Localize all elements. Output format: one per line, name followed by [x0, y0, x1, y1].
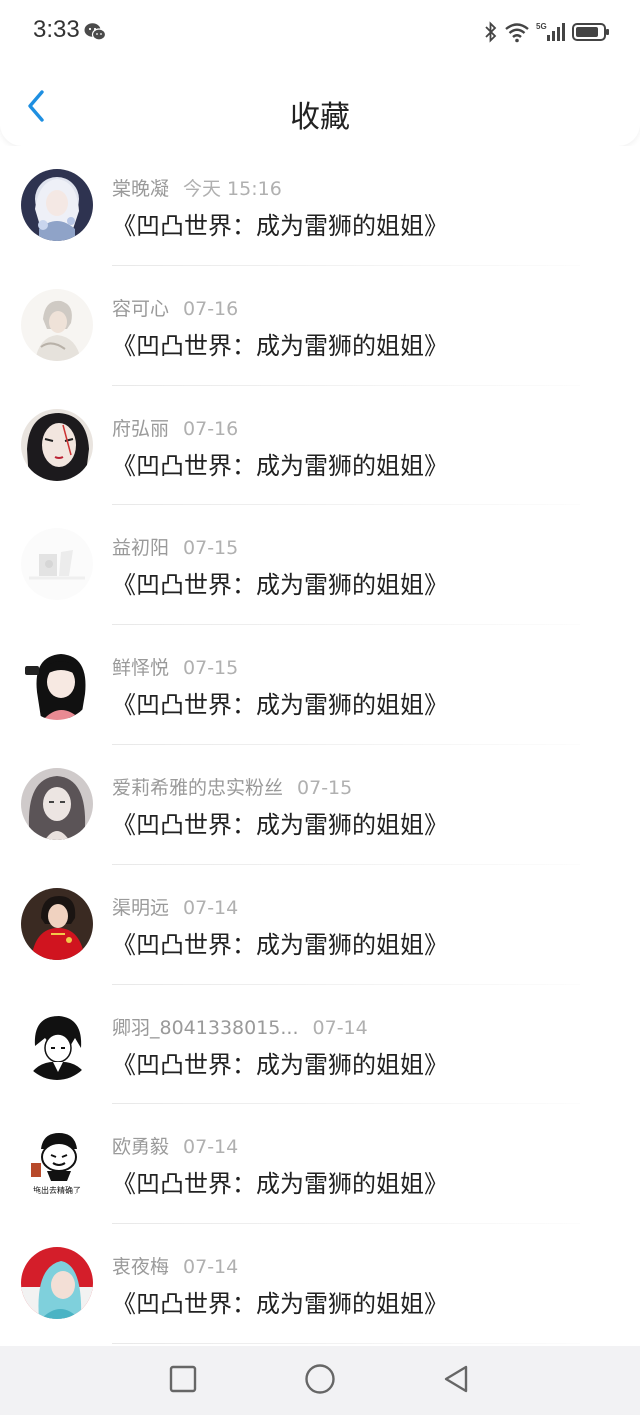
list-item[interactable]: 益初阳 07-15 《凹凸世界：成为雷狮的姐姐》: [0, 505, 640, 626]
list-item[interactable]: 府弘丽 07-16 《凹凸世界：成为雷狮的姐姐》: [0, 386, 640, 506]
favorite-title: 《凹凸世界：成为雷狮的姐姐》: [112, 810, 448, 839]
list-item[interactable]: 卿羽_8041338015... 07-14 《凹凸世界：成为雷狮的姐姐》: [0, 985, 640, 1105]
avatar[interactable]: [21, 288, 93, 361]
system-navigation-bar: [0, 1346, 640, 1415]
timestamp: 07-15: [297, 776, 353, 799]
timestamp: 07-14: [312, 1016, 368, 1039]
back-nav-button[interactable]: [438, 1363, 474, 1399]
favorites-list: 棠晚凝 今天 15:16 《凹凸世界：成为雷狮的姐姐》 容可心 07-16 《凹凸世…: [0, 146, 640, 1346]
username: 鲜怿悦: [112, 657, 170, 680]
list-item[interactable]: 棠晚凝 今天 15:16 《凹凸世界：成为雷狮的姐姐》: [0, 146, 640, 266]
list-item[interactable]: 渠明远 07-14 《凹凸世界：成为雷狮的姐姐》: [0, 865, 640, 985]
network-label: 5G: [536, 22, 547, 31]
timestamp: 今天 15:16: [183, 178, 282, 200]
divider: [112, 1342, 580, 1344]
home-circle-icon: [304, 1363, 336, 1399]
list-item[interactable]: 鲜怿悦 07-15 《凹凸世界：成为雷狮的姐姐》: [0, 625, 640, 745]
username: 欧勇毅: [112, 1136, 170, 1159]
favorite-title: 《凹凸世界：成为雷狮的姐姐》: [112, 331, 448, 360]
username: 容可心: [112, 297, 170, 320]
username: 衷夜梅: [112, 1256, 170, 1279]
list-item[interactable]: 衷夜梅 07-14 《凹凸世界：成为雷狮的姐姐》: [0, 1224, 640, 1344]
bluetooth-icon: [484, 21, 498, 43]
username: 爱莉希雅的忠实粉丝: [112, 776, 284, 799]
header-card: 3:33 5G 收藏: [0, 0, 640, 146]
avatar-black-hair-girl: [21, 648, 93, 721]
username: 卿羽_8041338015...: [112, 1016, 299, 1039]
username: 棠晚凝: [112, 178, 170, 200]
avatar[interactable]: 拖出去精确了: [21, 1127, 93, 1200]
favorite-title: 《凹凸世界：成为雷狮的姐姐》: [112, 1050, 448, 1079]
wifi-icon: [504, 21, 530, 43]
favorite-title: 《凹凸世界：成为雷狮的姐姐》: [112, 930, 448, 959]
avatar-sketch-girl: [21, 767, 93, 840]
avatar-faded-grey: [21, 528, 93, 601]
timestamp: 07-15: [183, 657, 239, 680]
avatar-red-blue-girl: [21, 1247, 93, 1320]
status-time: 3:33: [33, 16, 80, 43]
timestamp: 07-14: [183, 1256, 239, 1279]
avatar[interactable]: [21, 648, 93, 721]
5g-signal-icon: 5G: [536, 21, 566, 43]
status-bar: 3:33 5G: [0, 0, 640, 64]
back-triangle-icon: [442, 1364, 470, 1398]
status-icons: 5G: [484, 18, 610, 46]
username: 益初阳: [112, 537, 170, 560]
favorite-title: 《凹凸世界：成为雷狮的姐姐》: [112, 1170, 448, 1199]
wechat-icon: [84, 22, 107, 42]
home-button[interactable]: [302, 1363, 338, 1399]
avatar-monochrome-boy: [21, 1007, 93, 1080]
timestamp: 07-16: [183, 417, 239, 440]
battery-icon: [572, 21, 610, 43]
timestamp: 07-15: [183, 537, 239, 560]
favorite-title: 《凹凸世界：成为雷狮的姐姐》: [112, 212, 448, 240]
avatar-caption: 拖出去精确了: [33, 1185, 81, 1195]
avatar[interactable]: [21, 1007, 93, 1080]
username: 渠明远: [112, 896, 170, 919]
avatar[interactable]: [21, 169, 93, 241]
timestamp: 07-16: [183, 297, 239, 320]
avatar[interactable]: [21, 1247, 93, 1320]
favorite-title: 《凹凸世界：成为雷狮的姐姐》: [112, 451, 448, 480]
recents-square-icon: [169, 1365, 197, 1397]
favorite-title: 《凹凸世界：成为雷狮的姐姐》: [112, 691, 448, 720]
list-item[interactable]: 拖出去精确了 欧勇毅 07-14 《凹凸世界：成为雷狮的姐姐》: [0, 1104, 640, 1225]
avatar-white-haired-girl: [21, 169, 93, 241]
avatar[interactable]: [21, 528, 93, 601]
list-item[interactable]: 爱莉希雅的忠实粉丝 07-15 《凹凸世界：成为雷狮的姐姐》: [0, 745, 640, 865]
timestamp: 07-14: [183, 896, 239, 919]
avatar-meme-cartoon: 拖出去精确了: [21, 1127, 93, 1200]
avatar-dark-haired-face: [21, 408, 93, 481]
navigation-bar: 收藏: [0, 70, 640, 146]
avatar[interactable]: [21, 887, 93, 960]
page-title: 收藏: [290, 100, 350, 135]
timestamp: 07-14: [183, 1136, 239, 1159]
avatar[interactable]: [21, 767, 93, 840]
favorite-title: 《凹凸世界：成为雷狮的姐姐》: [112, 1290, 448, 1319]
avatar[interactable]: [21, 408, 93, 481]
list-item[interactable]: 容可心 07-16 《凹凸世界：成为雷狮的姐姐》: [0, 266, 640, 386]
recents-button[interactable]: [165, 1363, 201, 1399]
avatar-red-qipao-woman: [21, 887, 93, 960]
avatar-grey-haired-boy: [21, 288, 93, 361]
favorite-title: 《凹凸世界：成为雷狮的姐姐》: [112, 571, 448, 600]
username: 府弘丽: [112, 417, 170, 440]
